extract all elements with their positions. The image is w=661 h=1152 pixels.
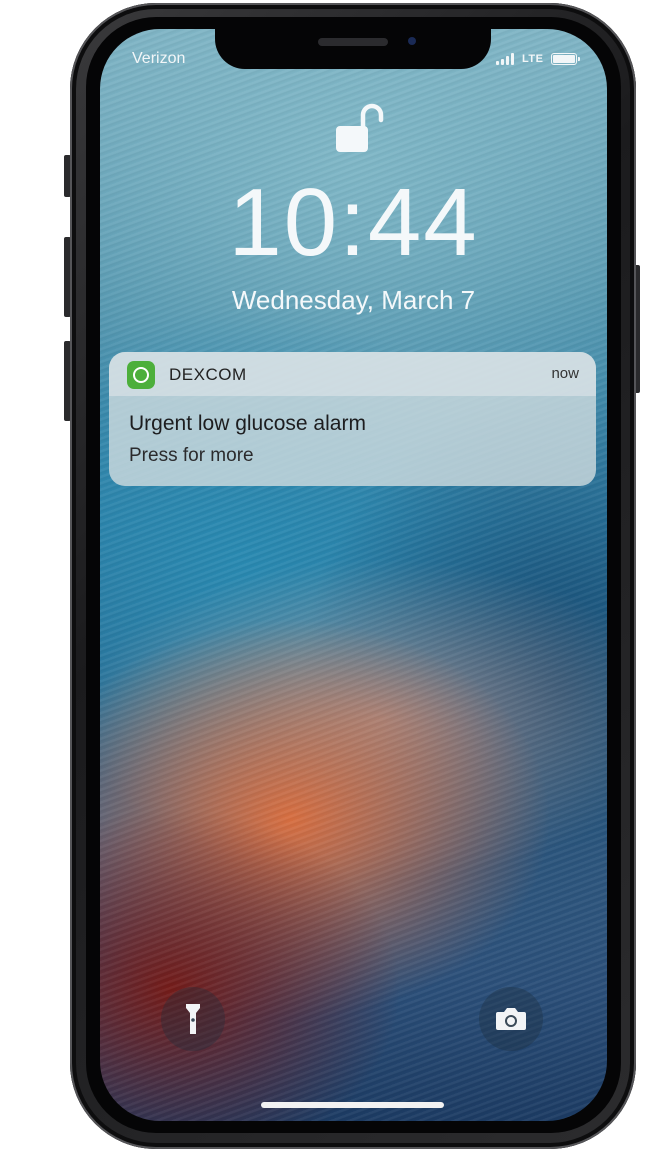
clock-time: 10:44: [228, 169, 479, 276]
clock-date: Wednesday, March 7: [231, 285, 476, 315]
status-indicators: LTE: [496, 51, 581, 67]
camera-icon: [496, 1008, 526, 1030]
device-frame: Verizon LTE 10:44 Wednesday, March 7 DEX…: [0, 0, 661, 1152]
network-type-label: LTE: [522, 53, 544, 65]
camera-button[interactable]: [479, 987, 543, 1051]
flashlight-button[interactable]: [161, 987, 225, 1051]
unlock-icon: [336, 103, 384, 152]
notification-card[interactable]: DEXCOM now Urgent low glucose alarm Pres…: [109, 352, 596, 486]
signal-strength-icon: [496, 53, 514, 65]
battery-level: [553, 55, 576, 63]
dexcom-app-icon: [127, 361, 155, 389]
home-indicator[interactable]: [261, 1102, 444, 1108]
notification-timestamp: now: [551, 365, 579, 382]
notification-title: Urgent low glucose alarm: [129, 412, 366, 435]
notification-body: Press for more: [129, 445, 254, 466]
battery-icon: [551, 53, 581, 65]
front-camera: [408, 37, 416, 45]
flashlight-icon: [186, 1004, 200, 1034]
carrier-label: Verizon: [132, 50, 186, 67]
notch: [215, 29, 491, 69]
notification-app-name: DEXCOM: [169, 365, 247, 384]
earpiece-speaker: [318, 38, 388, 46]
